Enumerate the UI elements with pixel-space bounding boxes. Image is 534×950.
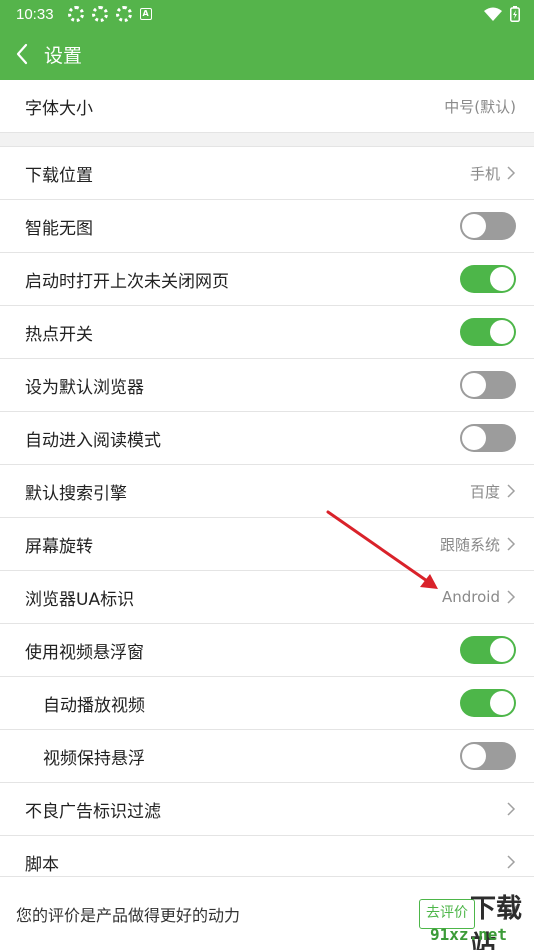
settings-notification-icon [115, 6, 132, 22]
toggle-knob [490, 267, 514, 291]
toggle-switch[interactable] [460, 318, 516, 346]
setting-label: 屏幕旋转 [25, 536, 93, 557]
page-title: 设置 [44, 44, 83, 67]
setting-label: 使用视频悬浮窗 [25, 642, 144, 663]
section-divider [0, 133, 534, 147]
toggle-knob [462, 214, 486, 238]
setting-row[interactable]: 智能无图 [0, 200, 534, 253]
toggle-knob [462, 426, 486, 450]
toggle-knob [490, 638, 514, 662]
toggle-knob [462, 744, 486, 768]
setting-row[interactable]: 热点开关 [0, 306, 534, 359]
toggle-knob [490, 691, 514, 715]
settings-notification-icon [67, 6, 84, 22]
setting-label: 设为默认浏览器 [25, 377, 144, 398]
battery-icon [510, 6, 520, 22]
chevron-right-icon [507, 166, 516, 180]
setting-row[interactable]: 下载位置 手机 [0, 147, 534, 200]
setting-row[interactable]: 默认搜索引擎 百度 [0, 465, 534, 518]
setting-value: 百度 [469, 482, 500, 501]
status-time: 10:33 [16, 5, 54, 23]
setting-label: 热点开关 [25, 324, 93, 345]
setting-label: 脚本 [25, 854, 59, 875]
setting-label: 默认搜索引擎 [25, 483, 127, 504]
toggle-switch[interactable] [460, 424, 516, 452]
back-button[interactable] [0, 28, 44, 80]
chevron-right-icon [507, 484, 516, 498]
notification-icons: A [67, 6, 152, 22]
setting-row[interactable]: 设为默认浏览器 [0, 359, 534, 412]
toggle-switch[interactable] [460, 212, 516, 240]
setting-row[interactable]: 自动进入阅读模式 [0, 412, 534, 465]
a-notification-icon: A [139, 8, 152, 20]
watermark-url: 91xz.net [430, 925, 508, 944]
toggle-knob [462, 373, 486, 397]
setting-label: 浏览器UA标识 [25, 589, 135, 610]
setting-value: 跟随系统 [439, 535, 500, 554]
setting-row[interactable]: 屏幕旋转 跟随系统 [0, 518, 534, 571]
chevron-left-icon [16, 43, 28, 65]
font-size-setting[interactable]: 字体大小 中号(默认) [0, 80, 534, 133]
chevron-right-icon [507, 802, 516, 816]
setting-row[interactable]: 浏览器UA标识 Android [0, 571, 534, 624]
app-bar: 设置 [0, 28, 534, 80]
setting-value: 手机 [469, 164, 500, 183]
setting-row[interactable]: 不良广告标识过滤 [0, 783, 534, 836]
chevron-right-icon [507, 590, 516, 604]
setting-label: 自动进入阅读模式 [25, 430, 161, 451]
chevron-right-icon [507, 537, 516, 551]
toggle-knob [490, 320, 514, 344]
setting-row[interactable]: 使用视频悬浮窗 [0, 624, 534, 677]
setting-value: 中号(默认) [444, 97, 516, 116]
setting-row[interactable]: 视频保持悬浮 [0, 730, 534, 783]
status-bar: 10:33 A [0, 0, 534, 28]
setting-row[interactable]: 启动时打开上次未关闭网页 [0, 253, 534, 306]
toggle-switch[interactable] [460, 265, 516, 293]
setting-row[interactable]: 自动播放视频 [0, 677, 534, 730]
toggle-switch[interactable] [460, 371, 516, 399]
toggle-switch[interactable] [460, 742, 516, 770]
toggle-switch[interactable] [460, 689, 516, 717]
setting-label: 视频保持悬浮 [43, 748, 145, 769]
settings-notification-icon [91, 6, 108, 22]
settings-list: 字体大小 中号(默认) 下载位置 手机智能无图启动时打开上次未关闭网页 热点开关设为… [0, 80, 534, 889]
setting-label: 字体大小 [25, 98, 93, 119]
setting-label: 启动时打开上次未关闭网页 [25, 271, 229, 292]
chevron-right-icon [507, 855, 516, 869]
setting-label: 下载位置 [25, 165, 93, 186]
wifi-icon [484, 7, 502, 21]
setting-value: Android [442, 588, 500, 606]
setting-label: 自动播放视频 [43, 695, 145, 716]
setting-label: 智能无图 [25, 218, 93, 239]
setting-label: 不良广告标识过滤 [25, 801, 161, 822]
toggle-switch[interactable] [460, 636, 516, 664]
